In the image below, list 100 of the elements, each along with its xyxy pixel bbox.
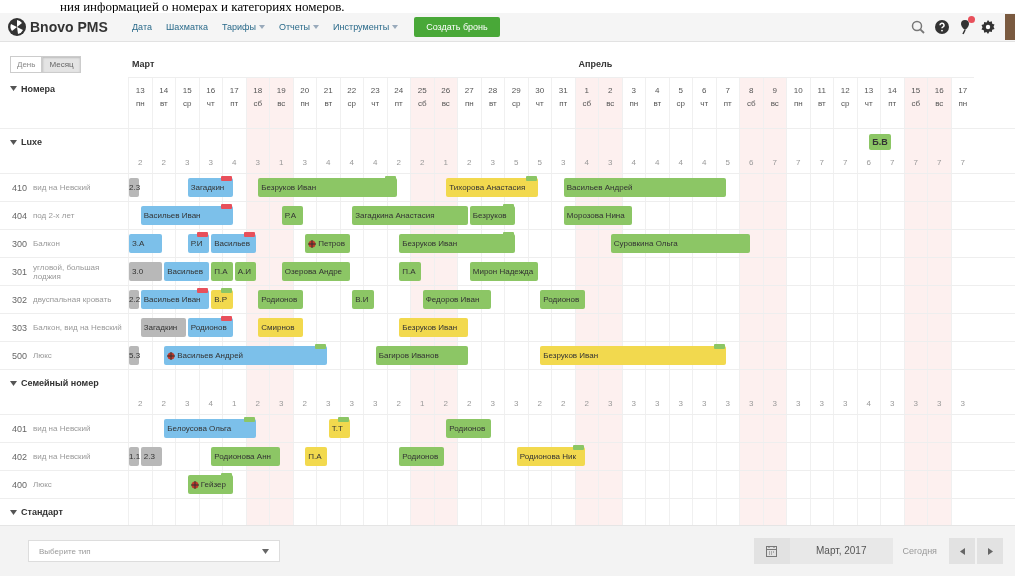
booking-bar[interactable]: Васильев bbox=[211, 234, 257, 253]
day-number: 20 bbox=[300, 86, 310, 95]
booking-bar[interactable]: Васильев Андрей bbox=[164, 346, 327, 365]
booking-bar[interactable]: Загадкин bbox=[187, 178, 233, 197]
day-number: 14 bbox=[887, 86, 897, 95]
weekday-label: вс bbox=[770, 99, 779, 108]
booking-bar[interactable]: Петров bbox=[305, 234, 351, 253]
free-rooms-count: 3 bbox=[608, 158, 613, 167]
pin-icon[interactable] bbox=[959, 19, 971, 35]
booking-bar[interactable]: Безруков Иван bbox=[399, 234, 515, 253]
weekday-label: ср bbox=[347, 99, 356, 108]
booking-bar[interactable]: Тихорова Анастасия bbox=[446, 178, 539, 197]
free-rooms-count: 2 bbox=[138, 158, 143, 167]
booking-bar[interactable]: Родионов bbox=[187, 318, 233, 337]
booking-bar[interactable]: Безруков bbox=[469, 206, 515, 225]
next-button[interactable] bbox=[977, 538, 1003, 564]
booking-bar[interactable]: 2.2 bbox=[129, 290, 139, 309]
search-icon[interactable] bbox=[911, 20, 925, 34]
booking-bar[interactable]: Родионова Анн bbox=[211, 447, 280, 466]
booking-bar[interactable]: Родионов bbox=[540, 290, 586, 309]
booking-bar[interactable]: А.И bbox=[234, 262, 257, 281]
nav-link[interactable]: Тарифы bbox=[221, 22, 265, 32]
rooms-toggle[interactable]: Номера bbox=[10, 81, 56, 96]
room-number: 500 bbox=[12, 350, 29, 361]
calendar-button[interactable] bbox=[753, 538, 790, 564]
booking-bar[interactable]: 1.1 bbox=[129, 447, 139, 466]
free-rooms-count: 2 bbox=[396, 158, 401, 167]
day-number: 19 bbox=[276, 86, 286, 95]
help-icon[interactable] bbox=[935, 20, 949, 34]
free-rooms-count: 3 bbox=[279, 399, 284, 408]
free-rooms-count: 4 bbox=[349, 158, 354, 167]
settings-icon[interactable] bbox=[981, 20, 995, 34]
free-rooms-count: 2 bbox=[584, 399, 589, 408]
free-rooms-count: 5 bbox=[537, 158, 542, 167]
category-toggle[interactable]: Luxe bbox=[10, 135, 42, 149]
view-tab[interactable]: Месяц bbox=[42, 56, 81, 73]
free-rooms-count: 4 bbox=[678, 158, 683, 167]
weekday-label: пн bbox=[793, 99, 803, 108]
booking-bar[interactable]: В.Р bbox=[211, 290, 233, 309]
booking-bar[interactable]: Озерова Андре bbox=[281, 262, 351, 281]
booking-bar[interactable]: Б.В bbox=[869, 134, 891, 150]
day-number: 6 bbox=[702, 86, 707, 95]
booking-bar[interactable]: 5.3 bbox=[129, 346, 139, 365]
booking-bar[interactable]: Безруков Иван bbox=[540, 346, 727, 365]
free-rooms-count: 2 bbox=[420, 158, 425, 167]
booking-bar[interactable]: П.А bbox=[211, 262, 233, 281]
booking-bar[interactable]: Родионов bbox=[258, 290, 304, 309]
nav-link[interactable]: Отчеты bbox=[278, 22, 320, 32]
booking-bar[interactable]: Васильев Иван bbox=[140, 290, 210, 309]
booking-bar[interactable]: Т.Т bbox=[328, 419, 351, 438]
weekday-label: чт bbox=[206, 99, 215, 108]
nav-link[interactable]: Инструменты bbox=[333, 22, 399, 32]
room-number: 401 bbox=[12, 423, 29, 434]
booking-bar[interactable]: Васильев bbox=[164, 262, 210, 281]
booking-bar[interactable]: Федоров Иван bbox=[422, 290, 492, 309]
booking-bar[interactable]: Морозова Нина bbox=[563, 206, 633, 225]
booking-bar[interactable]: Суровкина Ольга bbox=[610, 234, 750, 253]
weekday-label: сб bbox=[417, 99, 427, 108]
booking-bar[interactable]: Безруков Иван bbox=[399, 318, 468, 337]
free-rooms-count: 2 bbox=[161, 399, 166, 408]
booking-bar[interactable]: П.А bbox=[305, 447, 327, 466]
document-text: ния информацией о номерах и категориях номеров. bbox=[59, 0, 346, 13]
free-rooms-count: 3 bbox=[255, 158, 260, 167]
booking-bar[interactable]: Загадкина Анастасия bbox=[352, 206, 468, 225]
free-rooms-count: 3 bbox=[631, 399, 636, 408]
previous-button[interactable] bbox=[949, 538, 975, 564]
booking-bar[interactable]: Безруков Иван bbox=[258, 178, 398, 197]
booking-bar[interactable]: Васильев Иван bbox=[140, 206, 233, 225]
free-rooms-count: 3 bbox=[843, 399, 848, 408]
day-number: 17 bbox=[229, 86, 239, 95]
nav-link[interactable]: Дата bbox=[132, 22, 152, 32]
free-rooms-count: 6 bbox=[866, 158, 871, 167]
booking-bar[interactable]: Загадкин bbox=[140, 318, 186, 337]
booking-bar[interactable]: Белоусова Ольга bbox=[164, 419, 257, 438]
weekday-label: вт bbox=[817, 99, 826, 108]
booking-bar[interactable]: Васильев Андрей bbox=[563, 178, 727, 197]
booking-bar[interactable]: П.А bbox=[399, 262, 421, 281]
booking-bar[interactable]: Мирон Надежда bbox=[469, 262, 539, 281]
booking-bar[interactable]: Родионова Ник bbox=[516, 447, 586, 466]
booking-bar[interactable]: Р.А bbox=[281, 206, 304, 225]
booking-bar[interactable]: 3.0 bbox=[129, 262, 163, 281]
booking-bar[interactable]: Багиров Иванов bbox=[375, 346, 468, 365]
category-toggle[interactable]: Стандарт bbox=[10, 505, 63, 519]
booking-bar[interactable]: Р.И bbox=[187, 234, 210, 253]
nav-link[interactable]: Шахматка bbox=[165, 22, 208, 32]
view-tab[interactable]: День bbox=[10, 56, 43, 73]
booking-bar[interactable]: В.И bbox=[352, 290, 374, 309]
day-number: 3 bbox=[631, 86, 636, 95]
booking-bar[interactable]: Родионов bbox=[446, 419, 492, 438]
booking-bar[interactable]: З.А bbox=[129, 234, 163, 253]
weekday-label: вс bbox=[935, 99, 944, 108]
weekday-label: сб bbox=[911, 99, 921, 108]
free-rooms-count: 3 bbox=[678, 399, 683, 408]
booking-bar[interactable]: Родионов bbox=[399, 447, 445, 466]
booking-bar[interactable]: Гейзер bbox=[187, 475, 233, 494]
category-toggle[interactable]: Семейный номер bbox=[10, 376, 99, 390]
free-rooms-count: 3 bbox=[373, 399, 378, 408]
booking-bar[interactable]: 2.3 bbox=[140, 447, 163, 466]
booking-bar[interactable]: Смирнов bbox=[258, 318, 304, 337]
booking-bar[interactable]: 2.3 bbox=[129, 178, 139, 197]
